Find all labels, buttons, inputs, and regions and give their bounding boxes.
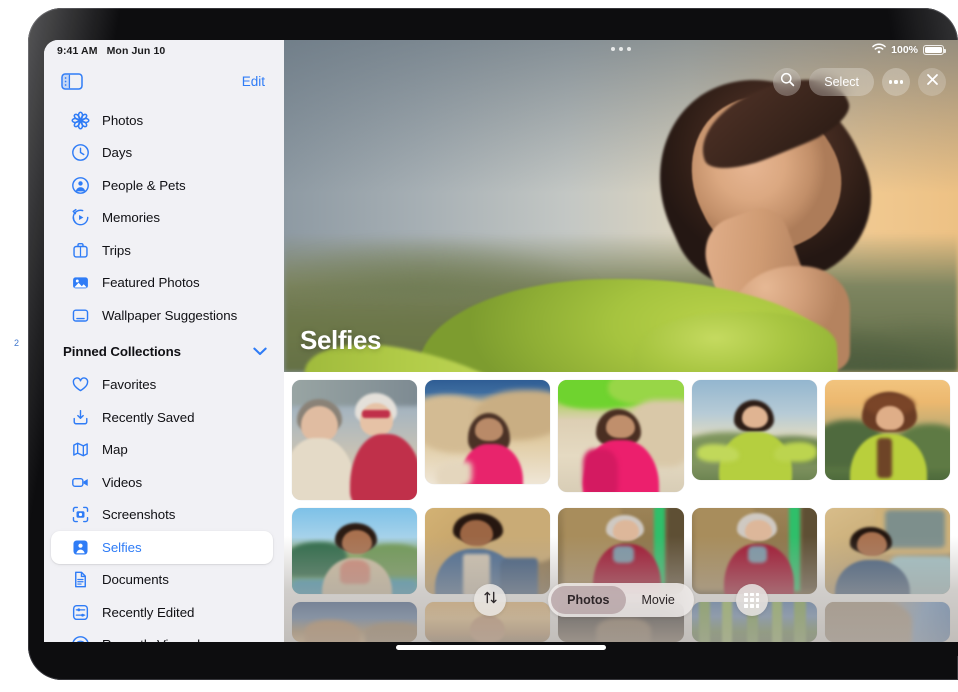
suitcase-icon	[70, 240, 90, 260]
sidebar-item-label: Videos	[102, 475, 142, 490]
callout-marker-2: 2	[14, 338, 19, 348]
sidebar-item-label: People & Pets	[102, 178, 186, 193]
sort-button[interactable]	[474, 584, 506, 616]
sidebar-item-selfies[interactable]: Selfies	[51, 531, 273, 564]
battery-percent-label: 100%	[891, 44, 918, 56]
sidebar-item-label: Documents	[102, 572, 169, 587]
sidebar-item-label: Screenshots	[102, 507, 175, 522]
photo-thumb-woman-green-top-field-selfie[interactable]	[692, 380, 817, 480]
sidebar-item-memories[interactable]: Memories	[51, 202, 273, 235]
clock-icon	[70, 143, 90, 163]
photo-grid: Photos Movie	[284, 372, 958, 656]
hero-photo[interactable]: 100% Select	[284, 40, 958, 372]
close-x-icon	[925, 72, 940, 92]
battery-full-icon	[923, 45, 944, 56]
photo-grid-toolbar: Photos Movie	[284, 578, 958, 622]
sidebar-toggle-icon[interactable]	[61, 73, 83, 90]
page-title: Selfies	[300, 325, 381, 356]
ellipsis-icon	[889, 80, 904, 83]
grid-layout-icon	[744, 593, 759, 608]
selfie-person-icon	[70, 537, 90, 557]
sidebar-item-trips[interactable]: Trips	[51, 234, 273, 267]
chevron-down-icon[interactable]	[253, 343, 267, 361]
ipad-screen: 9:41 AM Mon Jun 10 Edit	[44, 40, 958, 656]
sidebar-item-label: Favorites	[102, 377, 156, 392]
heart-icon	[70, 375, 90, 395]
sidebar-item-label: Map	[102, 442, 128, 457]
photos-flower-icon	[70, 110, 90, 130]
sidebar-item-label: Wallpaper Suggestions	[102, 308, 237, 323]
sidebar-item-map[interactable]: Map	[51, 434, 273, 467]
memories-play-icon	[70, 208, 90, 228]
sidebar-item-label: Featured Photos	[102, 275, 200, 290]
sidebar-item-photos[interactable]: Photos	[51, 104, 273, 137]
photos-movie-segmented-control: Photos Movie	[548, 583, 694, 617]
video-camera-icon	[70, 472, 90, 492]
sort-arrows-icon	[483, 590, 498, 610]
sidebar-item-people-pets[interactable]: People & Pets	[51, 169, 273, 202]
person-circle-icon	[70, 175, 90, 195]
photo-filled-icon	[70, 273, 90, 293]
photos-sidebar: 9:41 AM Mon Jun 10 Edit	[44, 40, 284, 656]
tray-download-icon	[70, 407, 90, 427]
sidebar-item-days[interactable]: Days	[51, 137, 273, 170]
close-button[interactable]	[918, 68, 946, 96]
photo-thumb-older-couple-selfie[interactable]	[292, 380, 417, 500]
sliders-square-icon	[70, 602, 90, 622]
sidebar-item-favorites[interactable]: Favorites	[51, 369, 273, 402]
segment-photos[interactable]: Photos	[551, 586, 625, 614]
sidebar-section-pinned-collections[interactable]: Pinned Collections	[44, 335, 284, 369]
status-bar-time: 9:41 AM	[57, 45, 98, 57]
multitask-handle-icon[interactable]	[611, 47, 631, 51]
sidebar-item-label: Photos	[102, 113, 143, 128]
sidebar-item-screenshots[interactable]: Screenshots	[51, 499, 273, 532]
sidebar-item-label: Selfies	[102, 540, 142, 555]
sidebar-item-label: Recently Saved	[102, 410, 194, 425]
segment-movie[interactable]: Movie	[626, 586, 691, 614]
sidebar-main-list: Photos Days	[44, 100, 284, 656]
select-button[interactable]: Select	[809, 68, 874, 96]
sidebar-item-videos[interactable]: Videos	[51, 466, 273, 499]
status-bar-date: Mon Jun 10	[107, 45, 166, 57]
sidebar-section-title: Pinned Collections	[63, 344, 181, 359]
screenshot-capture-icon	[70, 505, 90, 525]
wallpaper-rectangle-icon	[70, 305, 90, 325]
sidebar-item-documents[interactable]: Documents	[51, 564, 273, 597]
sidebar-item-label: Days	[102, 145, 132, 160]
status-bar: 9:41 AM Mon Jun 10	[44, 40, 284, 62]
sidebar-edit-button[interactable]: Edit	[242, 74, 265, 89]
map-icon	[70, 440, 90, 460]
wifi-icon	[872, 43, 886, 57]
screenshot-root: 2 9:41 AM Mon Jun 10	[0, 0, 958, 692]
sidebar-item-featured-photos[interactable]: Featured Photos	[51, 267, 273, 300]
photo-thumb-woman-pink-green-bag-selfie[interactable]	[558, 380, 683, 492]
sidebar-item-label: Trips	[102, 243, 131, 258]
search-button[interactable]	[773, 68, 801, 96]
status-bar-right: 100%	[872, 43, 944, 57]
search-icon	[780, 72, 795, 92]
more-options-button[interactable]	[882, 68, 910, 96]
selfies-detail-pane: 100% Select	[284, 40, 958, 656]
photo-thumb-woman-pink-canyon-selfie[interactable]	[425, 380, 550, 484]
home-indicator[interactable]	[396, 645, 606, 650]
sidebar-item-recently-edited[interactable]: Recently Edited	[51, 596, 273, 629]
sidebar-item-label: Recently Edited	[102, 605, 194, 620]
sidebar-item-label: Memories	[102, 210, 160, 225]
sidebar-item-recently-saved[interactable]: Recently Saved	[51, 401, 273, 434]
hero-toolbar: Select	[773, 68, 946, 96]
photo-grid-row	[284, 380, 958, 500]
grid-layout-button[interactable]	[736, 584, 768, 616]
sidebar-item-wallpaper-suggestions[interactable]: Wallpaper Suggestions	[51, 299, 273, 332]
sidebar-header: Edit	[44, 62, 284, 100]
document-icon	[70, 570, 90, 590]
photo-thumb-curly-hair-green-shirt-selfie[interactable]	[825, 380, 950, 480]
